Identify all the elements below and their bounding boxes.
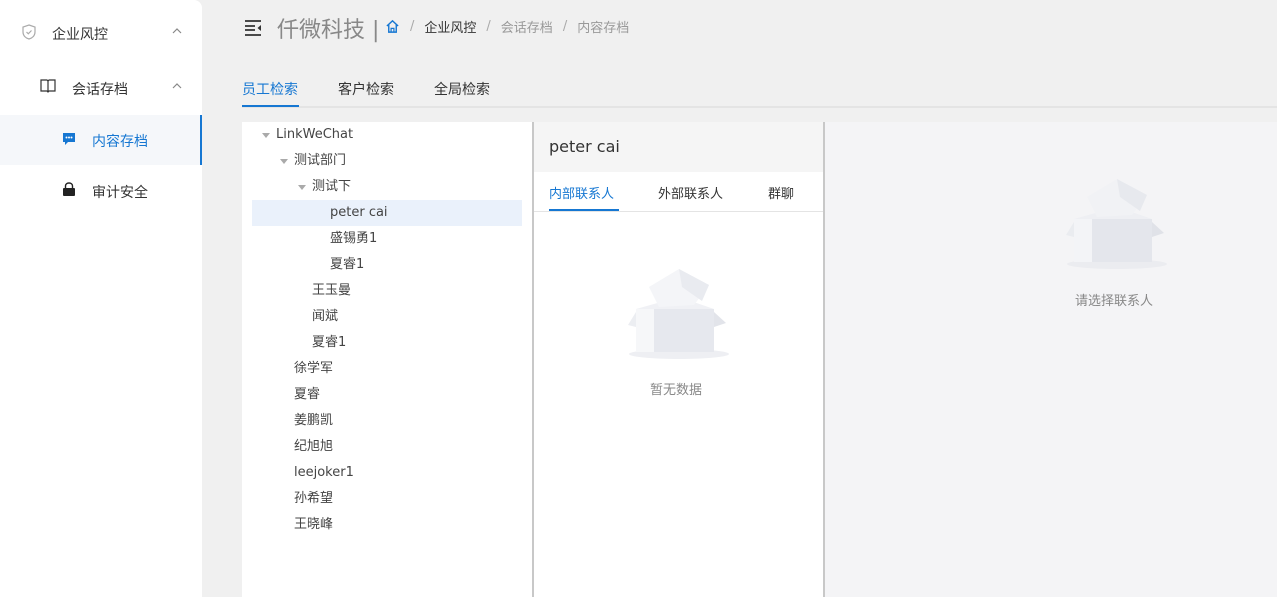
sidebar-item-content-archive[interactable]: 内容存档 [0,115,202,165]
tree-node[interactable]: 王晓峰 [252,512,522,538]
breadcrumb-item[interactable]: 会话存档 [501,17,553,36]
contact-panel: peter cai 内部联系人 外部联系人 群聊 暂无数据 [534,122,823,597]
tree-node-label: 测试部门 [294,153,347,168]
tree-node-label: 徐学军 [294,361,334,376]
contact-tabs: 内部联系人 外部联系人 群聊 [534,172,823,212]
breadcrumb: / 企业风控 / 会话存档 / 内容存档 [382,17,629,36]
breadcrumb-separator: / [486,19,491,34]
tree-node[interactable]: LinkWeChat [252,122,522,148]
tree-node[interactable]: leejoker1 [252,460,522,486]
tab-employee-search[interactable]: 员工检索 [242,79,298,99]
tree-node-label: leejoker1 [294,465,354,480]
chevron-up-icon [172,83,182,89]
caret-down-icon[interactable] [262,133,270,138]
tree-node-label: 王晓峰 [294,517,334,532]
tree-node-label: 姜鹏凯 [294,413,334,428]
empty-box-illustration [1066,179,1167,269]
tree-node-label: peter cai [330,205,388,220]
menu-fold-icon[interactable] [244,19,262,37]
tab-active-indicator [549,209,619,211]
tree-node-label: 夏睿1 [312,335,347,350]
tree-node-label: 盛锡勇1 [330,231,378,246]
search-tabs: 员工检索 客户检索 全局检索 [242,70,1277,108]
breadcrumb-separator: / [562,19,568,34]
empty-state-text: 暂无数据 [650,383,703,398]
selected-employee-name: peter cai [549,137,620,156]
tree-node[interactable]: 盛锡勇1 [252,226,522,252]
shield-icon [22,24,36,40]
tree-node-label: 闻斌 [312,309,339,324]
tree-node-label: 王玉曼 [312,283,352,298]
tab-customer-search[interactable]: 客户检索 [338,79,394,99]
sidebar-item-session-archive[interactable]: 会话存档 [0,63,202,113]
tree-node[interactable]: 夏睿 [252,382,522,408]
tab-group-chats[interactable]: 群聊 [768,183,794,202]
tree-node[interactable]: 王玉曼 [252,278,522,304]
tree-node[interactable]: 闻斌 [252,304,522,330]
tab-internal-contacts[interactable]: 内部联系人 [549,183,614,202]
tree-node[interactable]: peter cai [252,200,522,226]
tree-node[interactable]: 夏睿1 [252,330,522,356]
chat-icon [62,132,76,147]
breadcrumb-separator: / [410,19,415,34]
sidebar-item-label: 会话存档 [72,82,128,98]
tree-node[interactable]: 纪旭旭 [252,434,522,460]
empty-state-text: 请选择联系人 [1075,294,1154,309]
caret-down-icon[interactable] [280,159,288,164]
sidebar: 企业风控 会话存档 内容存档 审计安全 [0,0,202,597]
tree-node[interactable]: 徐学军 [252,356,522,382]
sidebar-item-label: 内容存档 [92,134,148,150]
top-bar: 仟微科技 | / 企业风控 / 会话存档 / 内容存档 [202,0,1277,60]
tab-external-contacts[interactable]: 外部联系人 [658,183,723,202]
sidebar-item-audit-security[interactable]: 审计安全 [0,166,202,216]
tree-node-label: 夏睿 [294,387,321,402]
tree-node-label: 夏睿1 [330,257,365,272]
breadcrumb-item[interactable]: 企业风控 [424,17,476,36]
tree-node-label: 测试下 [312,179,352,194]
tree-node[interactable]: 测试下 [252,174,522,200]
org-tree: LinkWeChat 测试部门 测试下 peter cai 盛锡勇1 夏睿1 王玉曼 闻斌 夏睿… [242,122,532,597]
sidebar-item-label: 审计安全 [92,185,148,201]
tree-node-label: 纪旭旭 [294,439,334,454]
empty-box-illustration [628,269,729,359]
caret-down-icon[interactable] [298,185,306,190]
tab-active-indicator [242,105,299,107]
chat-panel: 请选择联系人 [825,122,1277,597]
tree-node-label: 孙希望 [294,491,334,506]
breadcrumb-item: 内容存档 [577,21,630,36]
book-icon [40,79,56,93]
tree-node-label: LinkWeChat [276,127,354,142]
sidebar-item-label: 企业风控 [52,27,108,43]
tab-global-search[interactable]: 全局检索 [434,79,490,99]
sidebar-item-risk-control[interactable]: 企业风控 [0,8,202,58]
chevron-up-icon [172,28,182,34]
lock-icon [62,182,76,197]
contact-panel-header: peter cai [534,122,823,172]
home-icon[interactable] [385,19,400,34]
tree-node[interactable]: 姜鹏凯 [252,408,522,434]
tree-node[interactable]: 孙希望 [252,486,522,512]
tree-node[interactable]: 夏睿1 [252,252,522,278]
brand-name: 仟微科技 | [277,18,380,43]
tree-node[interactable]: 测试部门 [252,148,522,174]
